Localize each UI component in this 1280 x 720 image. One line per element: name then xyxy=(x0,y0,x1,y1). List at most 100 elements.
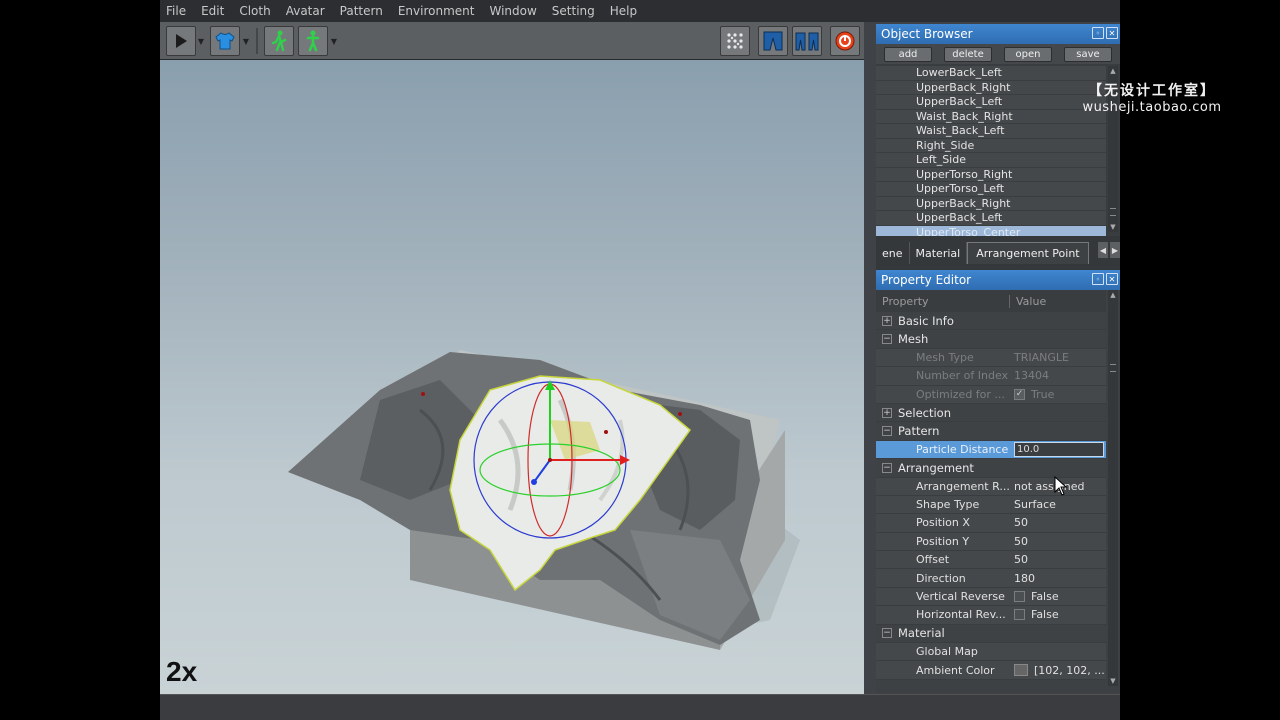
close-icon[interactable]: ✕ xyxy=(1106,27,1118,39)
property-label: Number of Index xyxy=(916,369,1009,383)
list-item[interactable]: UpperBack_Right xyxy=(876,196,1106,211)
menu-environment[interactable]: Environment xyxy=(398,4,475,18)
fitting-suit-button[interactable] xyxy=(758,26,788,56)
add-button[interactable]: add xyxy=(884,46,932,62)
record-button[interactable] xyxy=(830,26,860,56)
3d-viewport[interactable]: 2x xyxy=(160,60,864,694)
list-item[interactable]: UpperBack_Left xyxy=(876,211,1106,226)
color-swatch[interactable] xyxy=(1014,664,1028,677)
menu-file[interactable]: File xyxy=(166,4,186,18)
simulate-dropdown[interactable]: ▼ xyxy=(197,26,205,56)
scroll-up-icon[interactable]: ▲ xyxy=(1108,290,1118,300)
property-label: Direction xyxy=(916,571,966,585)
group-arrangement[interactable]: − Arrangement xyxy=(876,459,1106,478)
menu-pattern[interactable]: Pattern xyxy=(340,4,383,18)
garment-button[interactable] xyxy=(210,26,240,56)
tab-scene[interactable]: ene xyxy=(876,242,910,264)
play-icon xyxy=(176,34,187,48)
list-item[interactable]: LowerBack_Left xyxy=(876,66,1106,81)
property-value[interactable]: 50 xyxy=(1010,516,1028,529)
tab-material[interactable]: Material xyxy=(910,242,968,264)
property-value[interactable]: not assigned xyxy=(1010,480,1084,493)
property-row-particle-distance[interactable]: Particle Distance 10.0 xyxy=(876,440,1106,460)
property-value[interactable]: 50 xyxy=(1010,535,1028,548)
group-label: Selection xyxy=(898,405,951,420)
list-item[interactable]: Waist_Back_Left xyxy=(876,124,1106,139)
menu-edit[interactable]: Edit xyxy=(201,4,224,18)
property-row-vertical-reverse[interactable]: Vertical Reverse False xyxy=(876,587,1106,607)
list-item[interactable]: UpperTorso_Right xyxy=(876,167,1106,182)
particle-button[interactable] xyxy=(720,26,750,56)
delete-button[interactable]: delete xyxy=(944,46,992,62)
float-icon[interactable]: ◦ xyxy=(1092,27,1104,39)
list-item[interactable]: Right_Side xyxy=(876,138,1106,153)
menu-window[interactable]: Window xyxy=(489,4,536,18)
expand-plus-icon[interactable]: + xyxy=(882,315,892,326)
property-label: Vertical Reverse xyxy=(916,590,1005,604)
scroll-up-icon[interactable]: ▲ xyxy=(1108,66,1118,76)
menu-cloth[interactable]: Cloth xyxy=(239,4,270,18)
property-row-ambient-color[interactable]: Ambient Color [102, 102, ... xyxy=(876,661,1106,680)
collapse-minus-icon[interactable]: − xyxy=(882,462,892,473)
collapse-minus-icon[interactable]: − xyxy=(882,334,892,345)
property-list: + Basic Info − Mesh Mesh Type TRIANGLE N… xyxy=(876,290,1120,690)
property-label: Shape Type xyxy=(916,498,980,512)
tab-arrangement-point[interactable]: Arrangement Point xyxy=(967,242,1089,264)
avatar-dropdown[interactable]: ▼ xyxy=(330,26,338,56)
close-icon[interactable]: ✕ xyxy=(1106,273,1118,285)
menu-setting[interactable]: Setting xyxy=(552,4,595,18)
save-button[interactable]: save xyxy=(1064,46,1112,62)
group-pattern[interactable]: − Pattern xyxy=(876,422,1106,441)
scroll-grip[interactable] xyxy=(1110,208,1116,216)
garment-dropdown[interactable]: ▼ xyxy=(242,26,250,56)
collapse-minus-icon[interactable]: − xyxy=(882,628,892,639)
group-label: Arrangement xyxy=(898,460,974,475)
avatar-pose-button[interactable] xyxy=(264,26,294,56)
property-row-shape-type[interactable]: Shape Type Surface xyxy=(876,495,1106,515)
property-label: Offset xyxy=(916,553,950,567)
group-basic-info[interactable]: + Basic Info xyxy=(876,312,1106,331)
chevron-right-icon[interactable]: ▶ xyxy=(1110,242,1120,258)
header-value: Value xyxy=(1016,294,1047,308)
expand-plus-icon[interactable]: + xyxy=(882,407,892,418)
float-icon[interactable]: ◦ xyxy=(1092,273,1104,285)
list-item[interactable]: UpperTorso_Left xyxy=(876,182,1106,197)
property-value: 10.0 xyxy=(1010,441,1104,457)
property-row-offset[interactable]: Offset 50 xyxy=(876,551,1106,570)
property-value[interactable]: 180 xyxy=(1010,572,1035,585)
scroll-grip[interactable] xyxy=(1110,364,1116,372)
simulate-button[interactable] xyxy=(166,26,196,56)
checkbox-unchecked[interactable] xyxy=(1014,591,1025,603)
group-material[interactable]: − Material xyxy=(876,624,1106,644)
particle-distance-input[interactable]: 10.0 xyxy=(1014,441,1104,457)
avatar-button[interactable] xyxy=(298,26,328,56)
property-editor-scrollbar[interactable]: ▲ ▼ xyxy=(1108,290,1118,686)
record-icon xyxy=(835,31,855,51)
menu-avatar[interactable]: Avatar xyxy=(286,4,325,18)
scene-render xyxy=(288,350,800,650)
collapse-minus-icon[interactable]: − xyxy=(882,426,892,437)
chevron-left-icon[interactable]: ◀ xyxy=(1098,242,1108,258)
property-row-arrangement-reference[interactable]: Arrangement R... not assigned xyxy=(876,477,1106,496)
scroll-down-icon[interactable]: ▼ xyxy=(1108,222,1118,232)
object-browser-toolbar: add delete open save xyxy=(876,44,1120,64)
property-row-global-map[interactable]: Global Map xyxy=(876,643,1106,662)
group-label: Pattern xyxy=(898,424,940,439)
right-panel: Object Browser ◦ ✕ add delete open save … xyxy=(876,24,1120,694)
property-value[interactable]: 50 xyxy=(1010,553,1028,566)
group-selection[interactable]: + Selection xyxy=(876,403,1106,423)
open-button[interactable]: open xyxy=(1004,46,1052,62)
property-value[interactable]: Surface xyxy=(1010,498,1056,511)
property-row-horizontal-reverse[interactable]: Horizontal Rev... False xyxy=(876,606,1106,625)
checkbox-unchecked[interactable] xyxy=(1014,609,1025,621)
property-value-text: [102, 102, ... xyxy=(1034,663,1105,677)
group-mesh[interactable]: − Mesh xyxy=(876,330,1106,349)
scroll-down-icon[interactable]: ▼ xyxy=(1108,676,1118,686)
property-value: TRIANGLE xyxy=(1014,350,1069,364)
outfit-button[interactable] xyxy=(792,26,822,56)
menu-help[interactable]: Help xyxy=(610,4,637,18)
list-item[interactable]: Left_Side xyxy=(876,153,1106,168)
property-row-direction[interactable]: Direction 180 xyxy=(876,569,1106,588)
property-row-position-y[interactable]: Position Y 50 xyxy=(876,532,1106,552)
property-row-position-x[interactable]: Position X 50 xyxy=(876,514,1106,533)
